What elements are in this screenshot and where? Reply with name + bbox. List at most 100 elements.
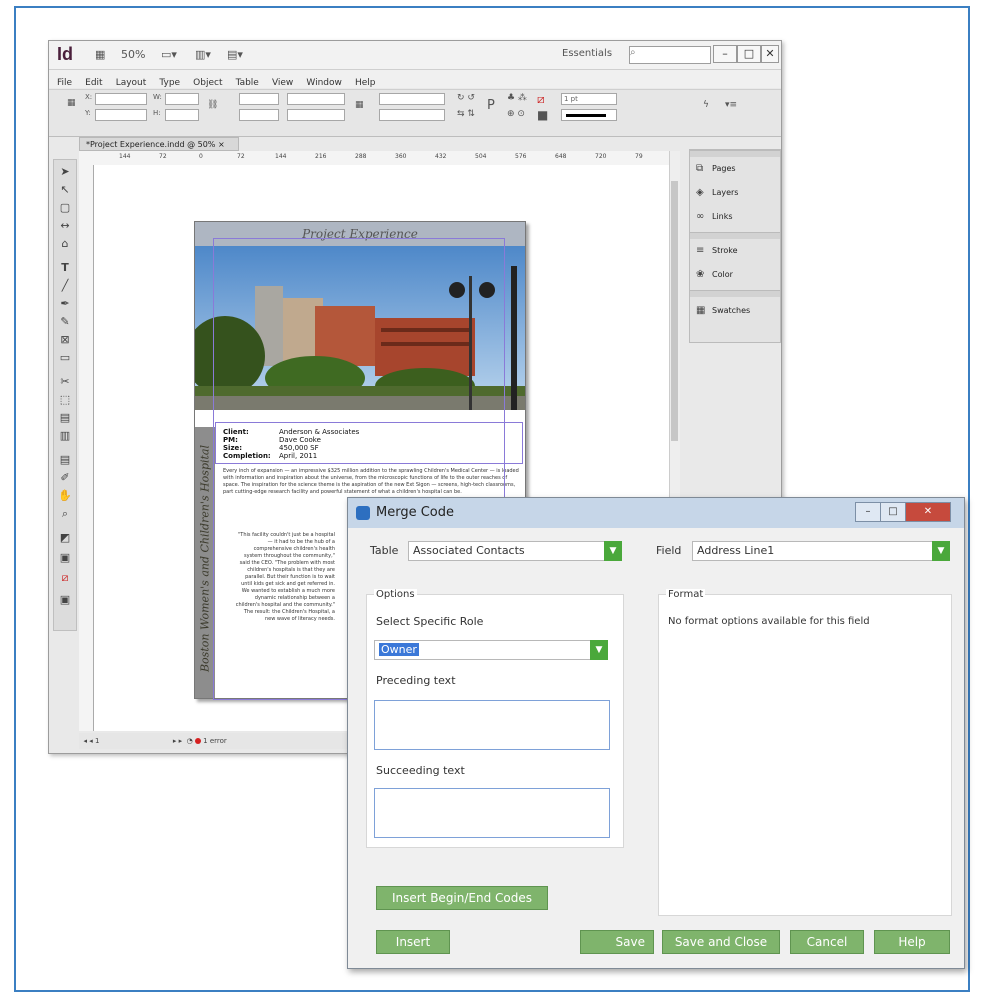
rectangle-frame-tool-icon[interactable]: ⊠: [57, 332, 73, 348]
chevron-down-icon[interactable]: ▼: [590, 640, 608, 660]
shear-angle-field[interactable]: [379, 109, 445, 121]
width-field[interactable]: [165, 93, 199, 105]
preflight-icon[interactable]: ◔: [187, 737, 193, 745]
gradient-swatch-tool-icon[interactable]: ▤: [57, 410, 73, 426]
close-tab-icon[interactable]: ×: [218, 140, 225, 149]
zoom-tool-icon[interactable]: ⌕: [57, 506, 73, 522]
fill-stroke-icon[interactable]: ◩: [57, 530, 73, 546]
preflight-errors[interactable]: 1 error: [203, 737, 227, 745]
angle-field[interactable]: [379, 93, 445, 105]
page-tool-icon[interactable]: ▢: [57, 200, 73, 216]
constrain-proportions-icon[interactable]: ⛓: [207, 100, 218, 110]
panel-label: Layers: [712, 188, 739, 197]
ruler-tick: 79: [635, 153, 643, 160]
selection-tool-icon[interactable]: ➤: [57, 164, 73, 180]
insert-button[interactable]: Insert: [376, 930, 450, 954]
document-tab-label: *Project Experience.indd @ 50%: [86, 140, 216, 149]
table-label: Table: [370, 544, 399, 557]
quick-apply-icon[interactable]: ϟ: [703, 100, 709, 110]
pencil-tool-icon[interactable]: ✎: [57, 314, 73, 330]
page-prev-icon[interactable]: ◂ ◂: [83, 737, 92, 745]
page-next-icon[interactable]: ▸ ▸: [173, 737, 182, 745]
help-button[interactable]: Help: [874, 930, 950, 954]
stroke-weight-field[interactable]: 1 pt: [561, 93, 617, 105]
pages-panel-tab[interactable]: ⧉ Pages: [690, 158, 780, 180]
document-tab[interactable]: *Project Experience.indd @ 50% ×: [79, 137, 239, 151]
stroke-type-dropdown[interactable]: [561, 109, 617, 121]
dialog-close-button[interactable]: ✕: [905, 502, 951, 522]
insert-begin-end-codes-button[interactable]: Insert Begin/End Codes: [376, 886, 548, 910]
chevron-down-icon[interactable]: ▼: [604, 541, 622, 561]
chevron-down-icon[interactable]: ▼: [932, 541, 950, 561]
links-panel-tab[interactable]: ∞ Links: [690, 206, 780, 228]
page-number-field[interactable]: 1: [95, 737, 99, 745]
zoom-level-dropdown[interactable]: 50%: [121, 48, 145, 61]
gradient-feather-tool-icon[interactable]: ▥: [57, 428, 73, 444]
ruler-tick: 720: [595, 153, 607, 160]
rotate-icons[interactable]: ↻ ↺: [457, 93, 475, 103]
layers-panel-tab[interactable]: ◈ Layers: [690, 182, 780, 204]
x-position-field[interactable]: [95, 93, 147, 105]
field-dropdown[interactable]: Address Line1 ▼: [692, 541, 950, 561]
scissors-tool-icon[interactable]: ✂: [57, 374, 73, 390]
height-field[interactable]: [165, 109, 199, 121]
ruler-tick: 144: [119, 153, 131, 160]
preceding-text-input[interactable]: [374, 700, 610, 750]
arrange-documents-icon[interactable]: ▤▾: [227, 48, 243, 61]
panel-menu-icon[interactable]: ▾≡: [725, 100, 737, 110]
reference-point-icon[interactable]: ▦: [67, 98, 76, 108]
role-dropdown[interactable]: Owner ▼: [374, 640, 608, 660]
text-frame-outline: [215, 422, 523, 464]
panel-label: Links: [712, 212, 733, 221]
dialog-maximize-button[interactable]: □: [880, 502, 906, 522]
select-container-icon[interactable]: ♣ ⁂: [507, 93, 527, 103]
help-search-input[interactable]: ⌕: [629, 46, 711, 64]
stroke-panel-tab[interactable]: ≡ Stroke: [690, 240, 780, 262]
table-dropdown[interactable]: Associated Contacts ▼: [408, 541, 622, 561]
apply-none-icon[interactable]: ⧄: [57, 570, 73, 586]
eyedropper-tool-icon[interactable]: ✐: [57, 470, 73, 486]
bridge-icon[interactable]: ▦: [95, 48, 105, 61]
save-and-close-button[interactable]: Save and Close: [662, 930, 780, 954]
swatches-panel-tab[interactable]: ▦ Swatches: [690, 300, 780, 322]
cancel-button[interactable]: Cancel: [790, 930, 864, 954]
vertical-ruler: [79, 165, 94, 731]
shear-field[interactable]: [287, 109, 345, 121]
stroke-swatch-icon[interactable]: ■: [537, 108, 548, 122]
dialog-minimize-button[interactable]: –: [855, 502, 881, 522]
succeeding-text-input[interactable]: [374, 788, 610, 838]
fill-swatch-icon[interactable]: ⧄: [537, 92, 545, 107]
rotation-field[interactable]: [287, 93, 345, 105]
screen-mode-tool-icon[interactable]: ▣: [57, 592, 73, 608]
close-button[interactable]: ✕: [761, 45, 779, 63]
line-tool-icon[interactable]: ╱: [57, 278, 73, 294]
scale-y-field[interactable]: [239, 109, 279, 121]
gap-tool-icon[interactable]: ↔: [57, 218, 73, 234]
free-transform-tool-icon[interactable]: ⬚: [57, 392, 73, 408]
stroke-icon: ≡: [696, 245, 705, 256]
indesign-app-icon: Id: [57, 44, 73, 64]
paragraph-icon[interactable]: P: [487, 98, 495, 113]
frame-tools-icon[interactable]: ▦: [355, 100, 364, 110]
formatting-affects-icon[interactable]: ▣: [57, 550, 73, 566]
hand-tool-icon[interactable]: ✋: [57, 488, 73, 504]
scrollbar-thumb[interactable]: [671, 181, 678, 441]
maximize-button[interactable]: □: [737, 45, 761, 63]
view-options-icon[interactable]: ▭▾: [161, 48, 177, 61]
save-button[interactable]: Save: [580, 930, 654, 954]
color-panel-tab[interactable]: ❀ Color: [690, 264, 780, 286]
content-collector-icon[interactable]: ⌂: [57, 236, 73, 252]
flip-icons[interactable]: ⇆ ⇅: [457, 109, 475, 119]
select-content-icon[interactable]: ⊕ ⊙: [507, 109, 525, 119]
pen-tool-icon[interactable]: ✒: [57, 296, 73, 312]
workspace-switcher[interactable]: Essentials: [562, 48, 612, 59]
note-tool-icon[interactable]: ▤: [57, 452, 73, 468]
format-message: No format options available for this fie…: [668, 616, 870, 627]
screen-mode-icon[interactable]: ▥▾: [195, 48, 211, 61]
minimize-button[interactable]: –: [713, 45, 737, 63]
y-position-field[interactable]: [95, 109, 147, 121]
scale-x-field[interactable]: [239, 93, 279, 105]
direct-selection-tool-icon[interactable]: ↖: [57, 182, 73, 198]
type-tool-icon[interactable]: T: [57, 260, 73, 276]
rectangle-tool-icon[interactable]: ▭: [57, 350, 73, 366]
